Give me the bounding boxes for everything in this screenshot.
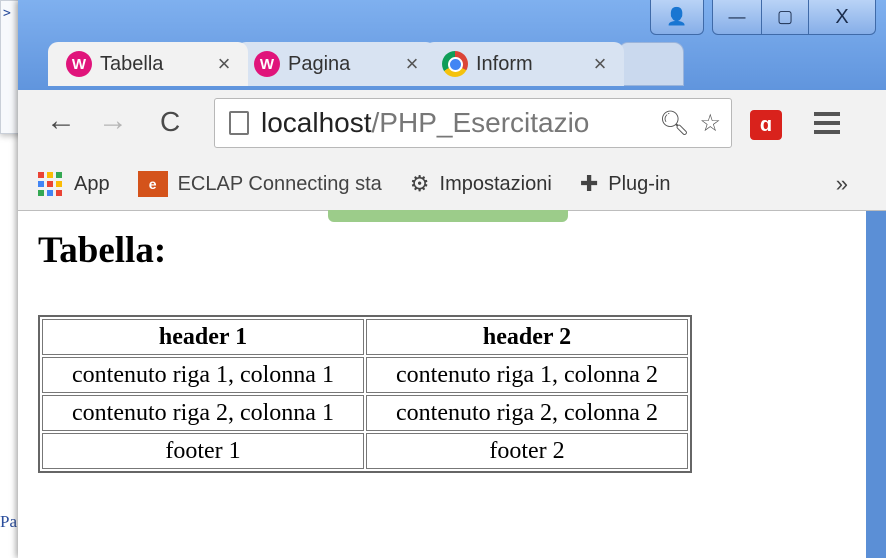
apps-grid-icon bbox=[38, 172, 62, 196]
bookmarks-bar: App e ECLAP Connecting sta ⚙ Impostazion… bbox=[18, 158, 886, 211]
close-icon: X bbox=[835, 5, 849, 28]
chrome-menu-icon[interactable] bbox=[814, 112, 840, 134]
reload-icon[interactable]: C bbox=[160, 106, 180, 138]
wamp-favicon-icon: W bbox=[66, 51, 92, 77]
tab-pagina[interactable]: W Pagina × bbox=[236, 42, 436, 86]
table-cell: contenuto riga 2, colonna 1 bbox=[42, 395, 364, 431]
chrome-favicon-icon bbox=[442, 51, 468, 77]
window-controls: 👤 — ▢ X bbox=[650, 0, 876, 36]
puzzle-piece-icon: ✚ bbox=[579, 171, 599, 196]
tab-title: Pagina bbox=[288, 52, 351, 75]
gear-icon: ⚙ bbox=[409, 171, 430, 196]
tab-title: Inform bbox=[476, 52, 533, 75]
background-chevron: > bbox=[3, 6, 11, 21]
table-footer-cell: footer 1 bbox=[42, 433, 364, 469]
user-icon: 👤 bbox=[666, 7, 688, 26]
page-icon bbox=[229, 111, 249, 135]
bookmark-eclap[interactable]: e ECLAP Connecting sta bbox=[137, 171, 382, 197]
url-host: localhost bbox=[261, 107, 372, 138]
page-title: Tabella: bbox=[38, 230, 167, 271]
table-row: contenuto riga 2, colonna 1 contenuto ri… bbox=[42, 395, 688, 431]
tab-close-icon[interactable]: × bbox=[400, 51, 424, 77]
browser-window: 👤 — ▢ X W Tabella × W Pagina × Inform × bbox=[18, 0, 886, 558]
background-text-fragment: Pa bbox=[0, 512, 17, 531]
url-path: /PHP_Esercitazio bbox=[371, 107, 590, 138]
table-header-cell: header 1 bbox=[42, 319, 364, 355]
new-tab-button[interactable] bbox=[618, 42, 684, 86]
bookmark-label: Plug-in bbox=[608, 172, 671, 195]
table-header-cell: header 2 bbox=[366, 319, 688, 355]
back-arrow-icon[interactable]: ← bbox=[46, 104, 76, 138]
tab-close-icon[interactable]: × bbox=[588, 51, 612, 77]
maximize-button[interactable]: ▢ bbox=[762, 0, 809, 35]
loading-indicator bbox=[328, 210, 568, 222]
url-text[interactable]: localhost/PHP_Esercitazio bbox=[261, 107, 659, 139]
bookmark-star-icon[interactable]: ☆ bbox=[699, 109, 721, 138]
tab-strip: W Tabella × W Pagina × Inform × bbox=[48, 38, 748, 90]
page-content: Tabella: header 1 header 2 contenuto rig… bbox=[18, 211, 866, 558]
title-bar[interactable]: 👤 — ▢ X W Tabella × W Pagina × Inform × bbox=[18, 0, 886, 96]
maximize-icon: ▢ bbox=[776, 7, 794, 26]
data-table: header 1 header 2 contenuto riga 1, colo… bbox=[38, 315, 692, 473]
tab-inform[interactable]: Inform × bbox=[424, 42, 624, 86]
bookmark-label: App bbox=[74, 172, 110, 195]
bookmarks-overflow-icon[interactable]: » bbox=[836, 171, 848, 197]
bookmark-impostazioni[interactable]: ⚙ Impostazioni bbox=[410, 171, 552, 197]
table-cell: contenuto riga 1, colonna 2 bbox=[366, 357, 688, 393]
forward-arrow-icon[interactable]: → bbox=[98, 104, 128, 138]
tab-tabella[interactable]: W Tabella × bbox=[48, 42, 248, 86]
table-footer-cell: footer 2 bbox=[366, 433, 688, 469]
browser-toolbar: ← → C localhost/PHP_Esercitazio 🔍︎ ☆ ɑ bbox=[18, 90, 886, 158]
window-right-border bbox=[866, 211, 886, 558]
bookmark-label: ECLAP Connecting sta bbox=[177, 172, 382, 195]
address-bar[interactable]: localhost/PHP_Esercitazio 🔍︎ ☆ bbox=[214, 98, 732, 148]
minimize-button[interactable]: — bbox=[712, 0, 762, 35]
bookmark-apps[interactable]: App bbox=[38, 172, 110, 196]
table-cell: contenuto riga 2, colonna 2 bbox=[366, 395, 688, 431]
close-window-button[interactable]: X bbox=[809, 0, 876, 35]
minimize-icon: — bbox=[728, 7, 746, 26]
table-row: contenuto riga 1, colonna 1 contenuto ri… bbox=[42, 357, 688, 393]
tab-title: Tabella bbox=[100, 52, 164, 75]
table-header-row: header 1 header 2 bbox=[42, 319, 688, 355]
eclap-logo-icon: e bbox=[137, 171, 168, 197]
user-profile-button[interactable]: 👤 bbox=[650, 0, 704, 35]
wamp-favicon-icon: W bbox=[254, 51, 280, 77]
avira-extension-icon[interactable]: ɑ bbox=[750, 110, 782, 140]
tab-close-icon[interactable]: × bbox=[212, 51, 236, 77]
bookmark-plugin[interactable]: ✚ Plug-in bbox=[580, 171, 671, 197]
table-footer-row: footer 1 footer 2 bbox=[42, 433, 688, 469]
zoom-icon[interactable]: 🔍︎ bbox=[659, 109, 689, 138]
table-cell: contenuto riga 1, colonna 1 bbox=[42, 357, 364, 393]
bookmark-label: Impostazioni bbox=[439, 172, 552, 195]
